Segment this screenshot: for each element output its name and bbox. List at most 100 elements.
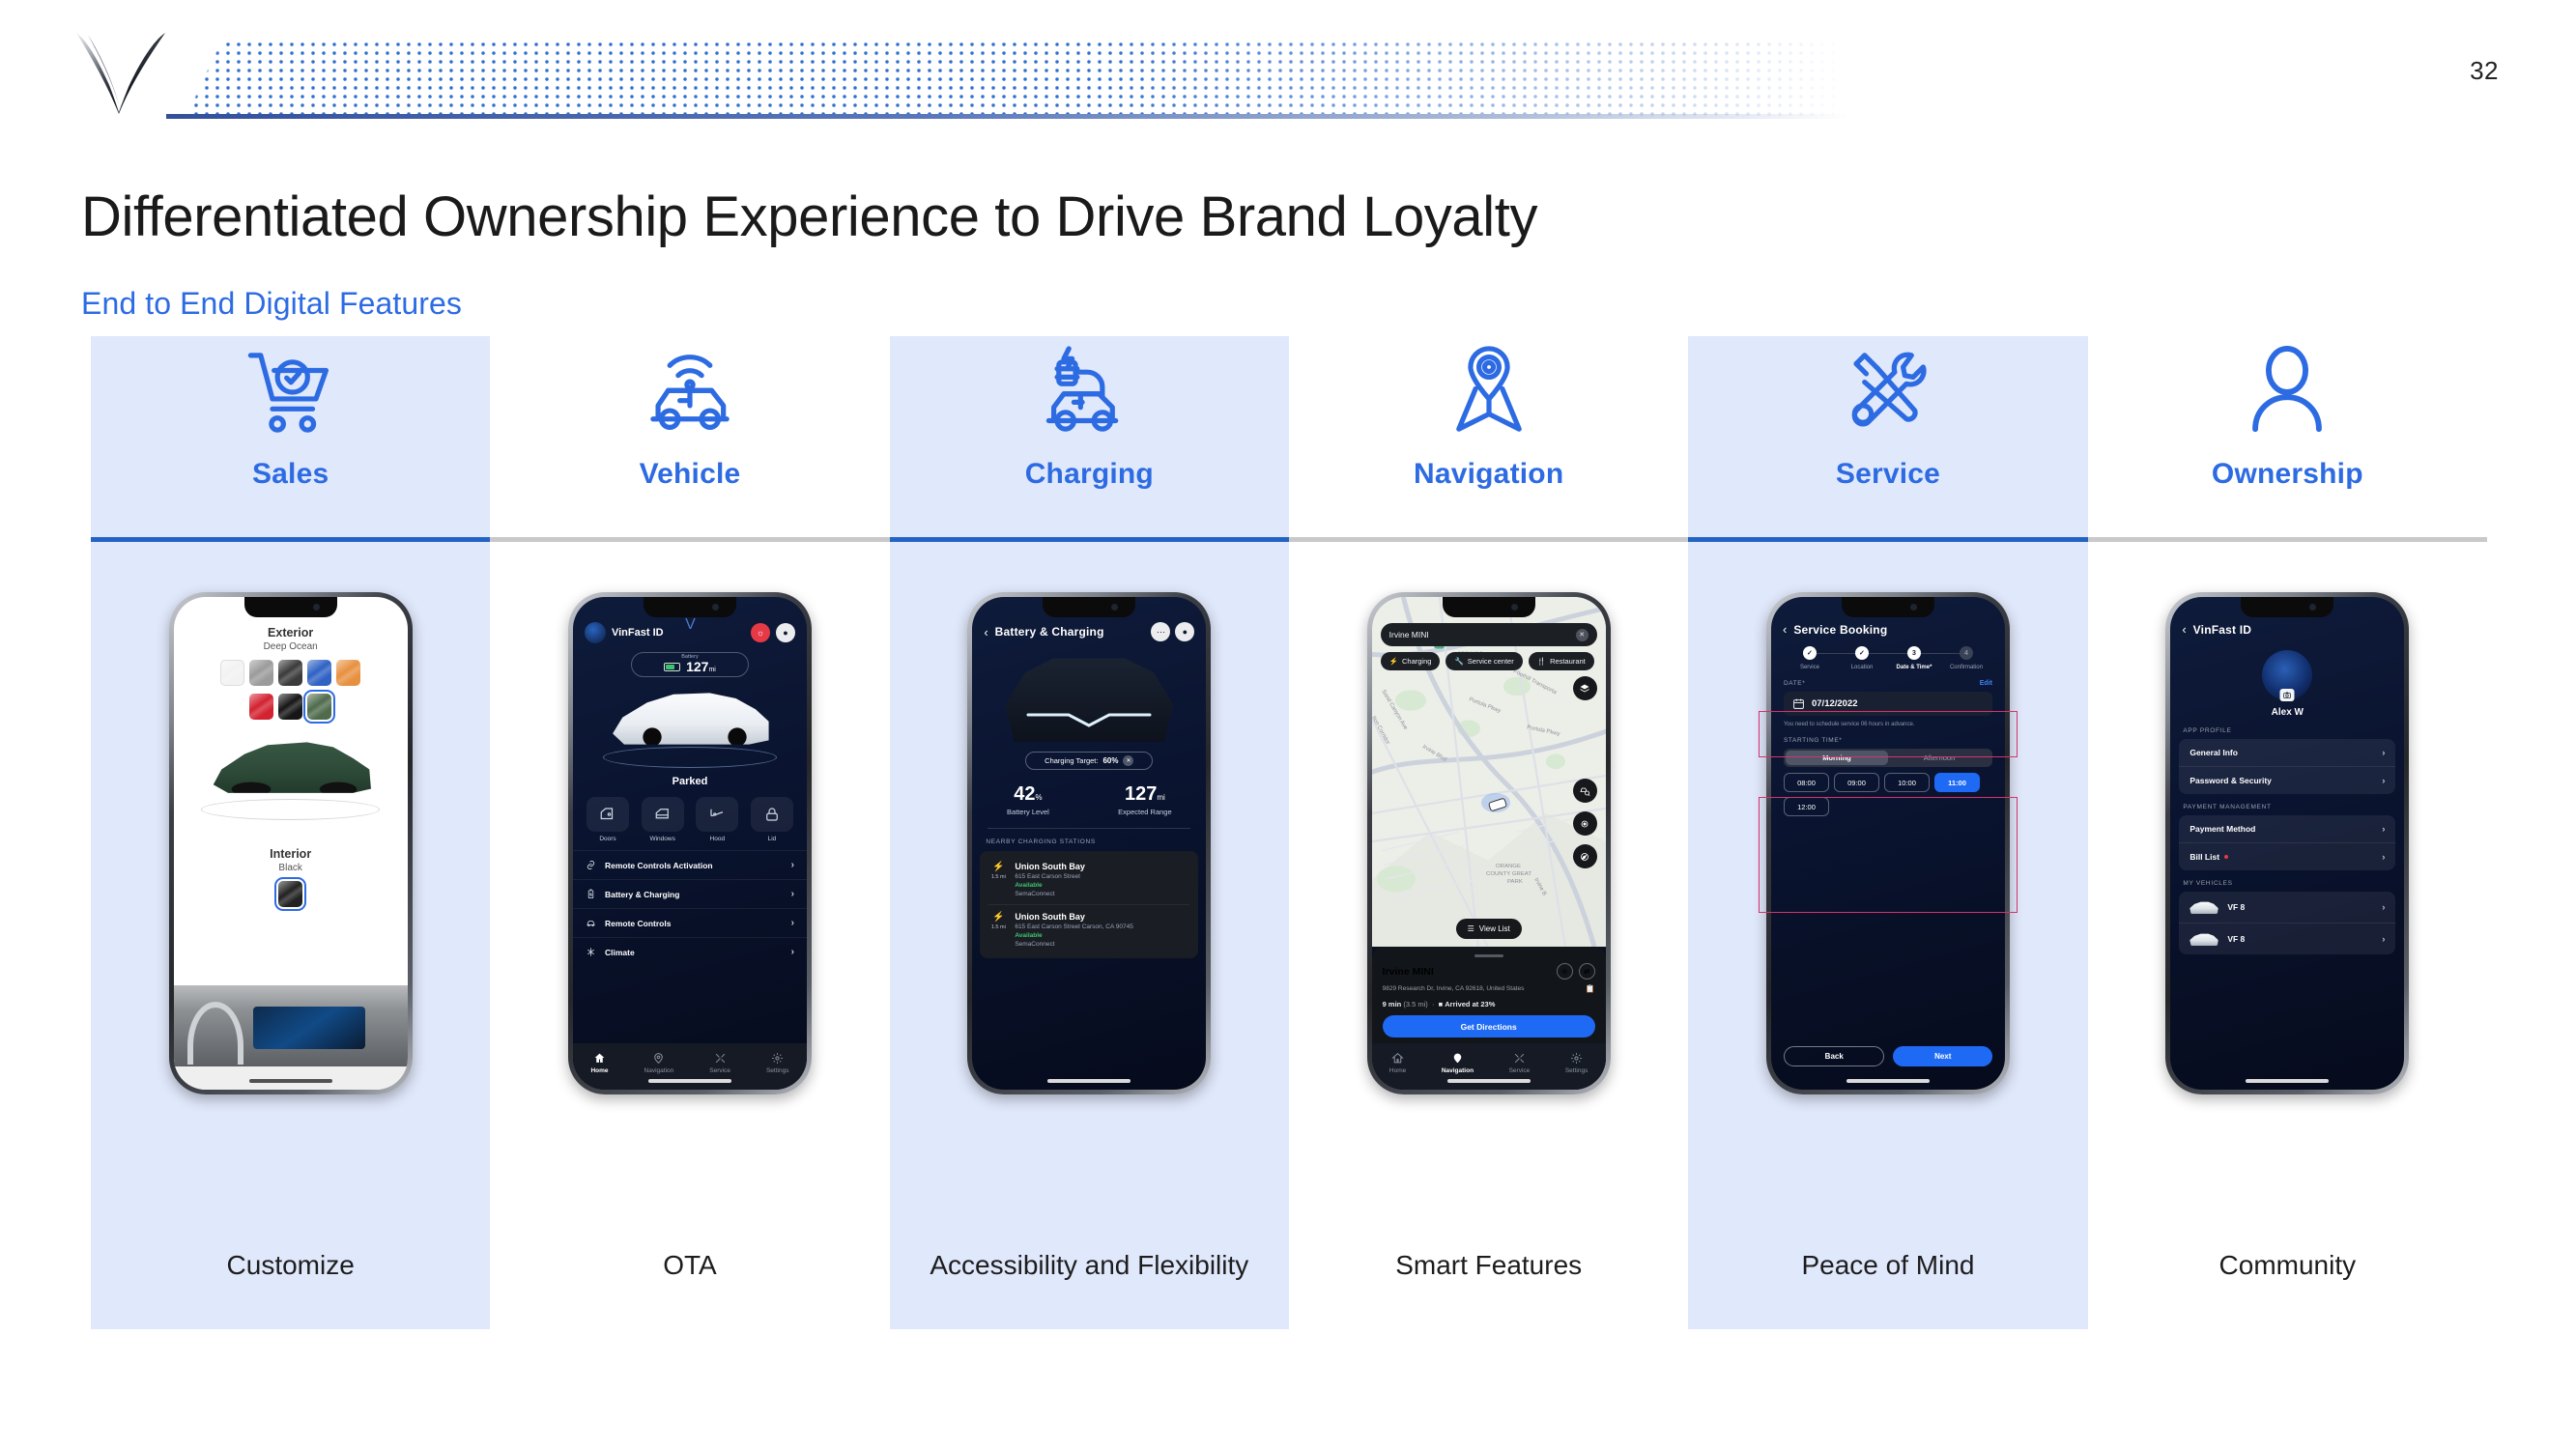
control-tile-hood[interactable]: Hood	[695, 797, 739, 842]
nav-service[interactable]: Service	[709, 1052, 730, 1074]
avatar[interactable]	[2262, 650, 2313, 701]
time-slot-selected[interactable]: 11:00	[1933, 773, 1980, 792]
time-slot[interactable]: 09:00	[1833, 773, 1879, 792]
car-switch-icon[interactable]: ●	[1175, 622, 1195, 641]
color-swatch[interactable]	[307, 660, 332, 686]
station-row[interactable]: ⚡ 1.5 mi Union South Bay 615 East Carson…	[980, 905, 1198, 954]
back-chevron-icon[interactable]: ‹	[984, 625, 987, 639]
map-layers-button[interactable]	[1572, 676, 1597, 700]
date-field[interactable]: 07/12/2022	[1783, 692, 1992, 716]
time-slot[interactable]: 10:00	[1883, 773, 1930, 792]
screen-title: Service Booking	[1793, 622, 1888, 637]
time-slot[interactable]: 08:00	[1783, 773, 1829, 792]
row-general-info[interactable]: General Info ›	[2179, 739, 2395, 766]
edit-link[interactable]: Edit	[1980, 680, 1992, 687]
list-icon: ☰	[1467, 924, 1474, 933]
color-swatch-selected[interactable]	[303, 690, 336, 724]
phone-notch	[243, 597, 337, 617]
nav-home[interactable]: Home	[590, 1052, 609, 1074]
row-bill-list[interactable]: Bill List ›	[2179, 842, 2396, 870]
back-chevron-icon[interactable]: ‹	[1783, 622, 1787, 637]
sheet-handle[interactable]	[1474, 954, 1503, 957]
turntable-ring[interactable]	[201, 799, 381, 820]
row-label: Payment Method	[2190, 824, 2256, 834]
interior-swatch-selected[interactable]	[274, 877, 307, 911]
color-swatch[interactable]	[278, 660, 303, 686]
row-label: Battery & Charging	[604, 889, 680, 899]
time-slot[interactable]: 12:00	[1783, 797, 1829, 816]
color-swatch[interactable]	[336, 660, 361, 686]
nav-navigation[interactable]: Navigation	[644, 1052, 673, 1074]
clear-icon[interactable]: ✕	[1575, 628, 1589, 641]
map-canvas[interactable]: SPRINGS Foothill Transporta Portola Pkwy…	[1371, 597, 1606, 947]
next-button[interactable]: Next	[1893, 1046, 1992, 1066]
list-row-remote-activation[interactable]: Remote Controls Activation ›	[572, 850, 807, 879]
nav-navigation[interactable]: Navigation	[1442, 1052, 1474, 1074]
tile-label: Hood	[709, 836, 726, 842]
back-chevron-icon[interactable]: ‹	[2182, 622, 2186, 637]
nav-settings[interactable]: Settings	[766, 1052, 788, 1074]
color-swatch[interactable]	[249, 660, 274, 686]
row-vehicle[interactable]: VF 8 ›	[2179, 892, 2395, 923]
color-swatch[interactable]	[220, 660, 245, 686]
chevron-right-icon: ›	[790, 918, 794, 928]
home-indicator	[2246, 1079, 2330, 1083]
control-tile-doors[interactable]: Doors	[586, 797, 630, 842]
locate-button[interactable]	[1572, 811, 1597, 836]
list-row-remote-controls[interactable]: Remote Controls ›	[572, 908, 807, 937]
wrench-screwdriver-icon	[1834, 342, 1942, 442]
station-row[interactable]: ⚡ 1.5 mi Union South Bay 615 East Carson…	[980, 855, 1198, 904]
step-location[interactable]: ✓ Location	[1836, 646, 1914, 670]
close-icon[interactable]: ✕	[1123, 755, 1134, 766]
nav-home[interactable]: Home	[1389, 1052, 1406, 1074]
more-options-icon[interactable]: ⋯	[1151, 622, 1171, 641]
chip-charging[interactable]: ⚡ Charging	[1380, 652, 1441, 670]
category-header-navigation: Navigation	[1289, 336, 1688, 537]
control-tile-lid[interactable]: Lid	[750, 797, 794, 842]
find-car-button[interactable]	[1572, 779, 1597, 803]
view-list-button[interactable]: ☰ View List	[1455, 919, 1522, 939]
row-payment-method[interactable]: Payment Method ›	[2179, 815, 2395, 842]
chip-restaurant[interactable]: 🍴 Restaurant	[1528, 652, 1594, 670]
home-icon	[594, 1053, 605, 1063]
dot-pattern-baseline	[166, 114, 1847, 119]
nav-settings[interactable]: Settings	[1565, 1052, 1588, 1074]
list-row-battery-charging[interactable]: Battery & Charging ›	[572, 879, 807, 908]
chip-service-center[interactable]: 🔧 Service center	[1445, 652, 1523, 670]
color-swatch[interactable]	[278, 694, 303, 720]
notification-bell-icon[interactable]: ☼	[750, 623, 770, 642]
exterior-swatch-row-2[interactable]	[174, 690, 408, 724]
car-switch-icon[interactable]: ●	[775, 623, 795, 642]
step-service[interactable]: ✓ Service	[1784, 646, 1862, 670]
list-row-climate[interactable]: Climate ›	[572, 937, 807, 966]
step-confirmation[interactable]: 4 Confirmation	[1940, 646, 1992, 670]
compass-button[interactable]	[1572, 844, 1597, 868]
segment-afternoon[interactable]: Afternoon	[1888, 751, 1990, 765]
step-date-time[interactable]: 3 Date & Time*	[1888, 646, 1966, 670]
charging-target-pill[interactable]: Charging Target: 60% ✕	[1025, 752, 1154, 770]
get-directions-button[interactable]: Get Directions	[1382, 1015, 1595, 1037]
vehicle-front-image	[1005, 658, 1174, 742]
step-label: Confirmation	[1949, 665, 1983, 670]
nav-service[interactable]: Service	[1509, 1052, 1530, 1074]
camera-icon[interactable]	[2279, 689, 2295, 701]
page-subtitle: End to End Digital Features	[81, 286, 463, 321]
segment-morning[interactable]: Morning	[1785, 751, 1888, 765]
daypart-toggle[interactable]: Morning Afternoon	[1783, 749, 1992, 767]
phone-notch	[643, 597, 736, 617]
color-swatch[interactable]	[249, 694, 274, 720]
copy-icon[interactable]: 📋	[1586, 984, 1595, 993]
interior-swatch-row[interactable]	[174, 877, 408, 911]
control-tile-windows[interactable]: Windows	[641, 797, 685, 842]
avatar[interactable]	[584, 622, 606, 643]
chevron-right-icon: ›	[2382, 776, 2386, 785]
station-address: 615 East Carson Street	[1015, 873, 1080, 880]
back-button[interactable]: Back	[1783, 1046, 1885, 1066]
favorite-star-icon[interactable]: ☆	[1556, 963, 1573, 980]
search-input[interactable]: Irvine MINI ✕	[1380, 623, 1597, 646]
share-icon[interactable]: ⇄	[1578, 963, 1595, 980]
exterior-swatch-row-1[interactable]	[174, 660, 408, 686]
column-caption: Smart Features	[1395, 1250, 1583, 1280]
row-password-security[interactable]: Password & Security ›	[2179, 766, 2396, 794]
row-vehicle[interactable]: VF 8 ›	[2179, 923, 2396, 954]
